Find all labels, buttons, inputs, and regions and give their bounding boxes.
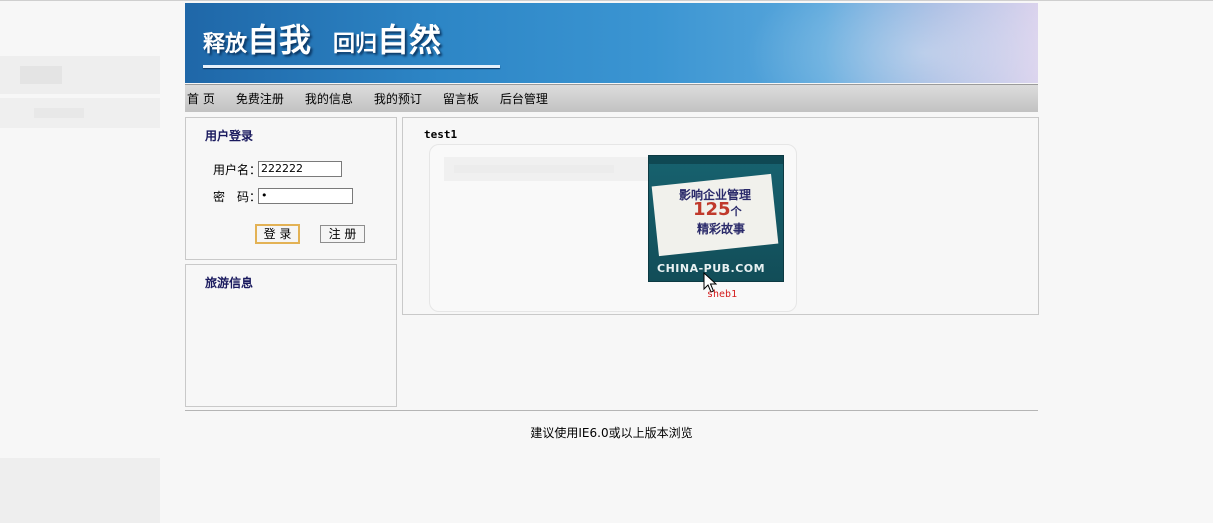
banner-title-big: 自然: [377, 21, 442, 59]
book-cover-line: 精彩故事: [697, 222, 746, 236]
banner-glow: [745, 3, 1038, 83]
travel-panel-title: 旅游信息: [205, 276, 254, 290]
banner-underline: [203, 65, 500, 68]
left-pane-block: [0, 98, 160, 128]
login-panel-title: 用户登录: [205, 129, 254, 143]
login-button[interactable]: 登 录: [255, 224, 300, 244]
book-cover-number: 125个: [693, 199, 742, 220]
username-input[interactable]: [258, 161, 342, 177]
nav-item-register[interactable]: 免费注册: [236, 90, 284, 107]
banner-title-big: 自我: [247, 21, 312, 59]
nav-item-my-booking[interactable]: 我的预订: [374, 90, 422, 107]
main-nav: 首 页 免费注册 我的信息 我的预订 留言板 后台管理: [185, 84, 1038, 112]
banner-title-small: 回归: [333, 32, 378, 57]
username-label: 用户名：: [213, 163, 262, 177]
nav-item-my-info[interactable]: 我的信息: [305, 90, 353, 107]
content-strip: [444, 157, 654, 181]
site-banner: 释放自我 回归自然: [185, 3, 1038, 83]
footer-text: 建议使用IE6.0或以上版本浏览: [530, 426, 693, 440]
book-caption[interactable]: sheb1: [707, 289, 737, 300]
item-name[interactable]: test1: [424, 128, 457, 141]
password-input[interactable]: •: [258, 188, 353, 204]
window-top-border: [0, 0, 1213, 1]
register-button[interactable]: 注 册: [320, 225, 365, 243]
banner-title: 释放自我 回归自然: [203, 15, 441, 61]
nav-item-home[interactable]: 首 页: [187, 90, 215, 107]
book-cover-image[interactable]: 影响企业管理 125个 精彩故事 CHINA-PUB.COM: [648, 155, 784, 282]
left-pane-block: [0, 56, 160, 94]
left-pane-block: [0, 458, 160, 523]
banner-title-small: 释放: [203, 32, 248, 57]
password-label: 密 码：: [213, 190, 262, 204]
nav-item-guestbook[interactable]: 留言板: [443, 90, 479, 107]
travel-info-panel: 旅游信息: [185, 264, 397, 407]
footer-divider: [185, 410, 1038, 411]
login-panel: 用户登录 用户名： 密 码： • 登 录 注 册: [185, 117, 397, 260]
nav-item-admin[interactable]: 后台管理: [500, 90, 548, 107]
